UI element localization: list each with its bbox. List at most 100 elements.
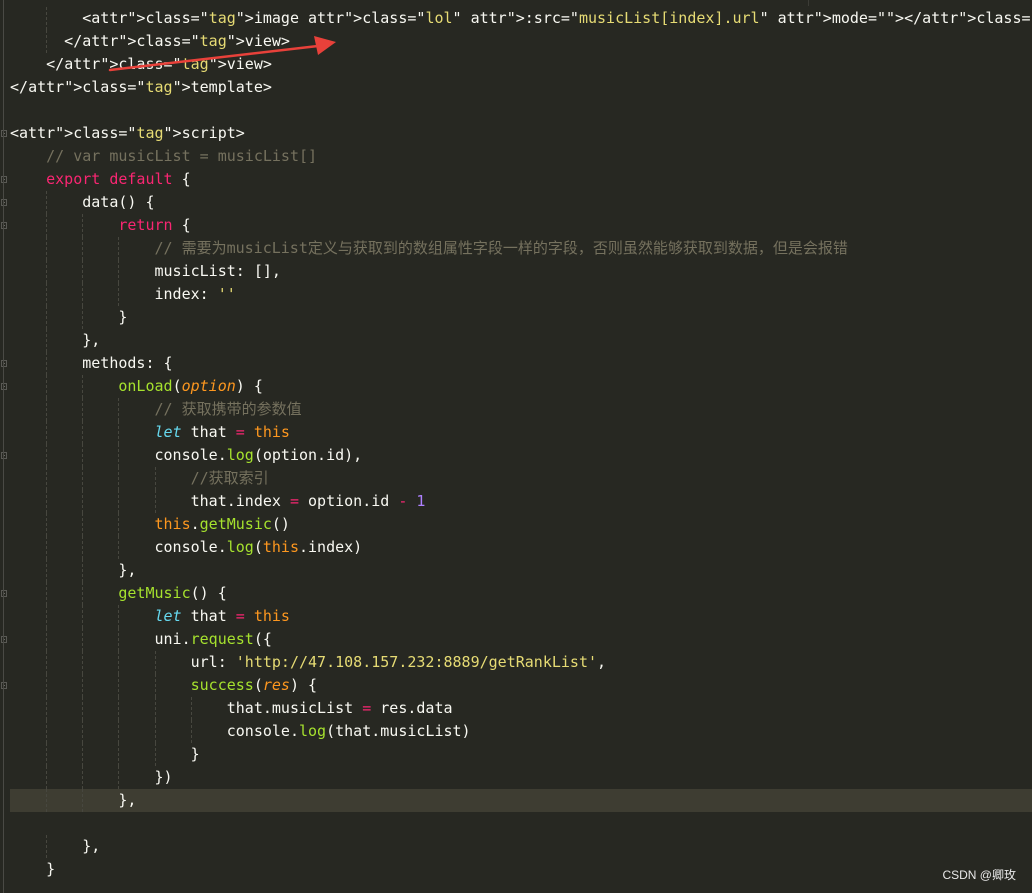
code-line[interactable] bbox=[10, 99, 1032, 122]
indent-guide bbox=[118, 766, 120, 789]
indent-guide bbox=[46, 536, 47, 559]
code-line[interactable]: data() { bbox=[10, 191, 1032, 214]
code-line[interactable]: that.musicList = res.data bbox=[10, 697, 1032, 720]
indent-guide bbox=[82, 697, 84, 720]
code-area[interactable]: <attr">class="tag">image attr">class="lo… bbox=[10, 7, 1032, 881]
code-line[interactable]: let that = this bbox=[10, 421, 1032, 444]
code-editor[interactable]: <attr">class="tag">image attr">class="lo… bbox=[0, 0, 1032, 893]
indent-guide bbox=[118, 260, 120, 283]
code-line[interactable]: }, bbox=[10, 329, 1032, 352]
indent-guide bbox=[46, 766, 47, 789]
code-line[interactable]: }) bbox=[10, 766, 1032, 789]
fold-line bbox=[3, 0, 4, 893]
indent-guide bbox=[118, 697, 120, 720]
code-line[interactable]: return { bbox=[10, 214, 1032, 237]
code-text: this.getMusic() bbox=[154, 515, 290, 533]
code-line[interactable]: } bbox=[10, 743, 1032, 766]
fold-toggle-icon[interactable] bbox=[1, 222, 7, 229]
indent-guide bbox=[46, 214, 47, 237]
indent-guide bbox=[82, 490, 84, 513]
fold-toggle-icon[interactable] bbox=[1, 176, 7, 183]
indent-guide bbox=[118, 467, 120, 490]
code-line[interactable]: <attr">class="tag">script> bbox=[10, 122, 1032, 145]
code-line[interactable]: let that = this bbox=[10, 605, 1032, 628]
fold-toggle-icon[interactable] bbox=[1, 360, 7, 367]
indent-guide bbox=[118, 536, 120, 559]
indent-guide bbox=[118, 651, 120, 674]
fold-toggle-icon[interactable] bbox=[1, 383, 7, 390]
code-line[interactable]: }, bbox=[10, 835, 1032, 858]
indent-guide bbox=[46, 651, 47, 674]
code-text: }, bbox=[10, 331, 101, 349]
code-text: uni.request({ bbox=[10, 630, 272, 648]
code-line[interactable]: console.log(this.index) bbox=[10, 536, 1032, 559]
indent-guide bbox=[46, 352, 47, 375]
code-text: }) bbox=[10, 768, 173, 786]
code-line[interactable]: } bbox=[10, 858, 1032, 881]
indent-guide bbox=[46, 30, 47, 53]
code-line[interactable]: console.log(option.id), bbox=[10, 444, 1032, 467]
indent-guide bbox=[82, 375, 84, 398]
indent-guide bbox=[154, 467, 156, 490]
code-text: url: 'http://47.108.157.232:8889/getRank… bbox=[10, 653, 607, 671]
code-line[interactable]: success(res) { bbox=[10, 674, 1032, 697]
indent-guide bbox=[82, 214, 84, 237]
code-text: export default { bbox=[46, 170, 191, 188]
code-line[interactable]: // 需要为musicList定义与获取到的数组属性字段一样的字段，否则虽然能够… bbox=[10, 237, 1032, 260]
code-line[interactable]: this.getMusic() bbox=[10, 513, 1032, 536]
code-line[interactable]: getMusic() { bbox=[10, 582, 1032, 605]
indent-guide bbox=[82, 766, 84, 789]
code-line[interactable]: </attr">class="tag">view> bbox=[10, 30, 1032, 53]
fold-toggle-icon[interactable] bbox=[1, 130, 7, 137]
code-text: </attr">class="tag">template> bbox=[10, 78, 272, 96]
code-text: }, bbox=[10, 561, 137, 579]
code-line[interactable]: // var musicList = musicList[] bbox=[10, 145, 1032, 168]
indent-guide bbox=[82, 260, 84, 283]
code-line[interactable]: uni.request({ bbox=[10, 628, 1032, 651]
code-text: }, bbox=[10, 791, 137, 809]
indent-guide bbox=[82, 237, 84, 260]
code-line[interactable]: export default { bbox=[10, 168, 1032, 191]
code-text: let that = this bbox=[154, 423, 290, 441]
code-text: getMusic() { bbox=[118, 584, 227, 602]
indent-guide bbox=[82, 720, 84, 743]
code-line[interactable]: console.log(that.musicList) bbox=[10, 720, 1032, 743]
code-text: // 获取携带的参数值 bbox=[154, 400, 302, 418]
indent-guide bbox=[82, 674, 84, 697]
code-line[interactable]: // 获取携带的参数值 bbox=[10, 398, 1032, 421]
indent-guide bbox=[82, 421, 84, 444]
indent-guide bbox=[154, 674, 156, 697]
code-line[interactable]: musicList: [], bbox=[10, 260, 1032, 283]
code-text: </attr">class="tag">view> bbox=[10, 55, 272, 73]
code-line[interactable]: }, bbox=[10, 559, 1032, 582]
code-text: return { bbox=[118, 216, 191, 234]
code-line[interactable]: } bbox=[10, 306, 1032, 329]
code-line[interactable]: </attr">class="tag">template> bbox=[10, 76, 1032, 99]
indent-guide bbox=[82, 398, 84, 421]
code-line[interactable]: onLoad(option) { bbox=[10, 375, 1032, 398]
indent-guide bbox=[46, 674, 47, 697]
indent-guide bbox=[46, 7, 47, 30]
code-line[interactable] bbox=[10, 812, 1032, 835]
code-line[interactable]: url: 'http://47.108.157.232:8889/getRank… bbox=[10, 651, 1032, 674]
fold-toggle-icon[interactable] bbox=[1, 682, 7, 689]
fold-toggle-icon[interactable] bbox=[1, 636, 7, 643]
indent-guide bbox=[46, 697, 47, 720]
indent-guide bbox=[82, 605, 84, 628]
fold-toggle-icon[interactable] bbox=[1, 199, 7, 206]
fold-toggle-icon[interactable] bbox=[1, 452, 7, 459]
code-line[interactable]: that.index = option.id - 1 bbox=[10, 490, 1032, 513]
indent-guide bbox=[46, 398, 47, 421]
code-line[interactable]: </attr">class="tag">view> bbox=[10, 53, 1032, 76]
indent-guide bbox=[46, 513, 47, 536]
indent-guide bbox=[118, 444, 120, 467]
code-line[interactable]: methods: { bbox=[10, 352, 1032, 375]
code-line[interactable]: //获取索引 bbox=[10, 467, 1032, 490]
code-line[interactable]: }, bbox=[10, 789, 1032, 812]
indent-guide bbox=[82, 582, 84, 605]
code-text: onLoad(option) { bbox=[118, 377, 263, 395]
fold-toggle-icon[interactable] bbox=[1, 590, 7, 597]
code-line[interactable]: index: '' bbox=[10, 283, 1032, 306]
indent-guide bbox=[46, 260, 47, 283]
code-line[interactable]: <attr">class="tag">image attr">class="lo… bbox=[10, 7, 1032, 30]
